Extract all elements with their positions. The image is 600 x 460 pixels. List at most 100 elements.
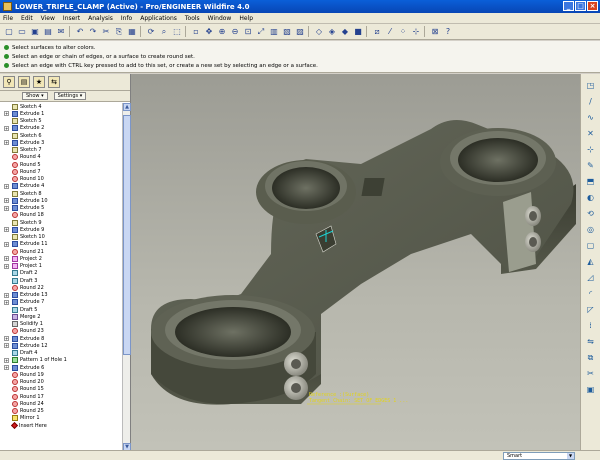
tree-item[interactable]: Solidify 1 xyxy=(0,321,122,328)
menu-edit[interactable]: Edit xyxy=(21,15,33,22)
tree-item[interactable]: Round 17 xyxy=(0,393,122,400)
menu-tools[interactable]: Tools xyxy=(185,15,200,22)
tree-item[interactable]: Round 21 xyxy=(0,248,122,255)
tree-item[interactable]: Draft 2 xyxy=(0,270,122,277)
solidify-tool-icon[interactable]: ▣ xyxy=(585,384,597,396)
chevron-down-icon[interactable]: ▼ xyxy=(567,453,574,459)
tree-item[interactable]: Round 23 xyxy=(0,328,122,335)
regenerate-icon[interactable]: ⟳ xyxy=(145,26,157,38)
expand-icon[interactable]: + xyxy=(4,125,9,131)
hole-tool-icon[interactable]: ◎ xyxy=(585,224,597,236)
expand-icon[interactable]: + xyxy=(4,299,9,305)
menu-window[interactable]: Window xyxy=(208,15,232,22)
tree-item[interactable]: Insert Here xyxy=(0,422,122,430)
tree-item[interactable]: Round 20 xyxy=(0,379,122,386)
expand-icon[interactable]: + xyxy=(4,183,9,189)
selection-filter-dropdown[interactable]: Smart ▼ xyxy=(503,452,575,460)
tree-item[interactable]: + Extrude 2 xyxy=(0,125,122,132)
menu-view[interactable]: View xyxy=(41,15,55,22)
tree-item[interactable]: Draft 3 xyxy=(0,277,122,284)
favorites-tab-icon[interactable]: ★ xyxy=(33,76,45,88)
paste-icon[interactable]: ▦ xyxy=(126,26,138,38)
tree-item[interactable]: Sketch 5 xyxy=(0,118,122,125)
tree-item[interactable]: + Extrude 11 xyxy=(0,241,122,248)
menu-analysis[interactable]: Analysis xyxy=(88,15,113,22)
tree-item[interactable]: + Extrude 12 xyxy=(0,342,122,349)
sketch-tool-icon[interactable]: ✎ xyxy=(585,160,597,172)
extrude-tool-icon[interactable]: ⬒ xyxy=(585,176,597,188)
datum-points-icon[interactable]: ⁘ xyxy=(397,26,409,38)
tree-item[interactable]: + Extrude 4 xyxy=(0,183,122,190)
scrollbar-thumb[interactable] xyxy=(123,115,131,355)
chamfer-tool-icon[interactable]: ◸ xyxy=(585,304,597,316)
tree-item[interactable]: Round 18 xyxy=(0,212,122,219)
merge-tool-icon[interactable]: ⧉ xyxy=(585,352,597,364)
tree-item[interactable]: Round 7 xyxy=(0,168,122,175)
tree-item[interactable]: Round 24 xyxy=(0,400,122,407)
mirror-tool-icon[interactable]: ⇋ xyxy=(585,336,597,348)
expand-icon[interactable]: + xyxy=(4,111,9,117)
repaint-icon[interactable]: ▫ xyxy=(190,26,202,38)
no-hidden-icon[interactable]: ◆ xyxy=(339,26,351,38)
view-manager-icon[interactable]: ▨ xyxy=(294,26,306,38)
menu-insert[interactable]: Insert xyxy=(63,15,80,22)
sweep-tool-icon[interactable]: ⟲ xyxy=(585,208,597,220)
tree-item[interactable]: Merge 2 xyxy=(0,313,122,320)
annotation-icon[interactable]: ⊠ xyxy=(429,26,441,38)
revolve-tool-icon[interactable]: ◐ xyxy=(585,192,597,204)
tree-item[interactable]: + Extrude 9 xyxy=(0,226,122,233)
tree-item[interactable]: + Pattern 1 of Hole 1 xyxy=(0,357,122,364)
tree-scrollbar[interactable]: ▲ ▼ xyxy=(122,103,131,451)
settings-dropdown[interactable]: Settings ▾ xyxy=(53,92,87,100)
tree-item[interactable]: Round 25 xyxy=(0,408,122,415)
menu-applications[interactable]: Applications xyxy=(140,15,177,22)
expand-icon[interactable]: + xyxy=(4,256,9,262)
datum-axis-tool-icon[interactable]: / xyxy=(585,96,597,108)
tree-item[interactable]: Round 22 xyxy=(0,284,122,291)
find-icon[interactable]: ⌕ xyxy=(158,26,170,38)
model-tree-tab-icon[interactable]: ⚲ xyxy=(3,76,15,88)
tree-item[interactable]: Sketch 8 xyxy=(0,190,122,197)
expand-icon[interactable]: + xyxy=(4,227,9,233)
tree-item[interactable]: Sketch 9 xyxy=(0,219,122,226)
wireframe-icon[interactable]: ◇ xyxy=(313,26,325,38)
tree-item[interactable]: Round 4 xyxy=(0,154,122,161)
tree-item[interactable]: Round 15 xyxy=(0,386,122,393)
tree-item[interactable]: + Extrude 7 xyxy=(0,299,122,306)
copy-icon[interactable]: ⎘ xyxy=(113,26,125,38)
email-icon[interactable]: ✉ xyxy=(55,26,67,38)
tree-item[interactable]: Draft 4 xyxy=(0,350,122,357)
expand-icon[interactable]: + xyxy=(4,336,9,342)
hidden-line-icon[interactable]: ◈ xyxy=(326,26,338,38)
tree-item[interactable]: Round 19 xyxy=(0,371,122,378)
tree-item[interactable]: Sketch 6 xyxy=(0,132,122,139)
tree-item[interactable]: + Extrude 13 xyxy=(0,292,122,299)
pattern-tool-icon[interactable]: ⁞ xyxy=(585,320,597,332)
tree-item[interactable]: Round 5 xyxy=(0,161,122,168)
menu-info[interactable]: Info xyxy=(121,15,132,22)
datum-curve-tool-icon[interactable]: ∿ xyxy=(585,112,597,124)
show-dropdown[interactable]: Show ▾ xyxy=(22,92,48,100)
datum-point-tool-icon[interactable]: ✕ xyxy=(585,128,597,140)
undo-icon[interactable]: ↶ xyxy=(74,26,86,38)
tree-item[interactable]: + Extrude 8 xyxy=(0,335,122,342)
csys-tool-icon[interactable]: ⊹ xyxy=(585,144,597,156)
reorient-icon[interactable]: ⤢ xyxy=(255,26,267,38)
maximize-button[interactable]: □ xyxy=(575,1,586,11)
print-icon[interactable]: ▤ xyxy=(42,26,54,38)
new-file-icon[interactable]: ▢ xyxy=(3,26,15,38)
graphics-viewport[interactable]: Reference :(Surface) Tangent Chain: SET … xyxy=(131,74,580,450)
expand-icon[interactable]: + xyxy=(4,263,9,269)
tree-item[interactable]: Mirror 1 xyxy=(0,415,122,422)
rib-tool-icon[interactable]: ◭ xyxy=(585,256,597,268)
connections-tab-icon[interactable]: ⇆ xyxy=(48,76,60,88)
coordinate-systems-icon[interactable]: ⊹ xyxy=(410,26,422,38)
tree-item[interactable]: + Extrude 1 xyxy=(0,110,122,117)
expand-icon[interactable]: + xyxy=(4,292,9,298)
tree-item[interactable]: Sketch 4 xyxy=(0,103,122,110)
draft-tool-icon[interactable]: ◿ xyxy=(585,272,597,284)
saved-views-icon[interactable]: ▥ xyxy=(268,26,280,38)
tree-item[interactable]: + Extrude 3 xyxy=(0,139,122,146)
scroll-up-icon[interactable]: ▲ xyxy=(123,103,131,111)
expand-icon[interactable]: + xyxy=(4,357,9,363)
